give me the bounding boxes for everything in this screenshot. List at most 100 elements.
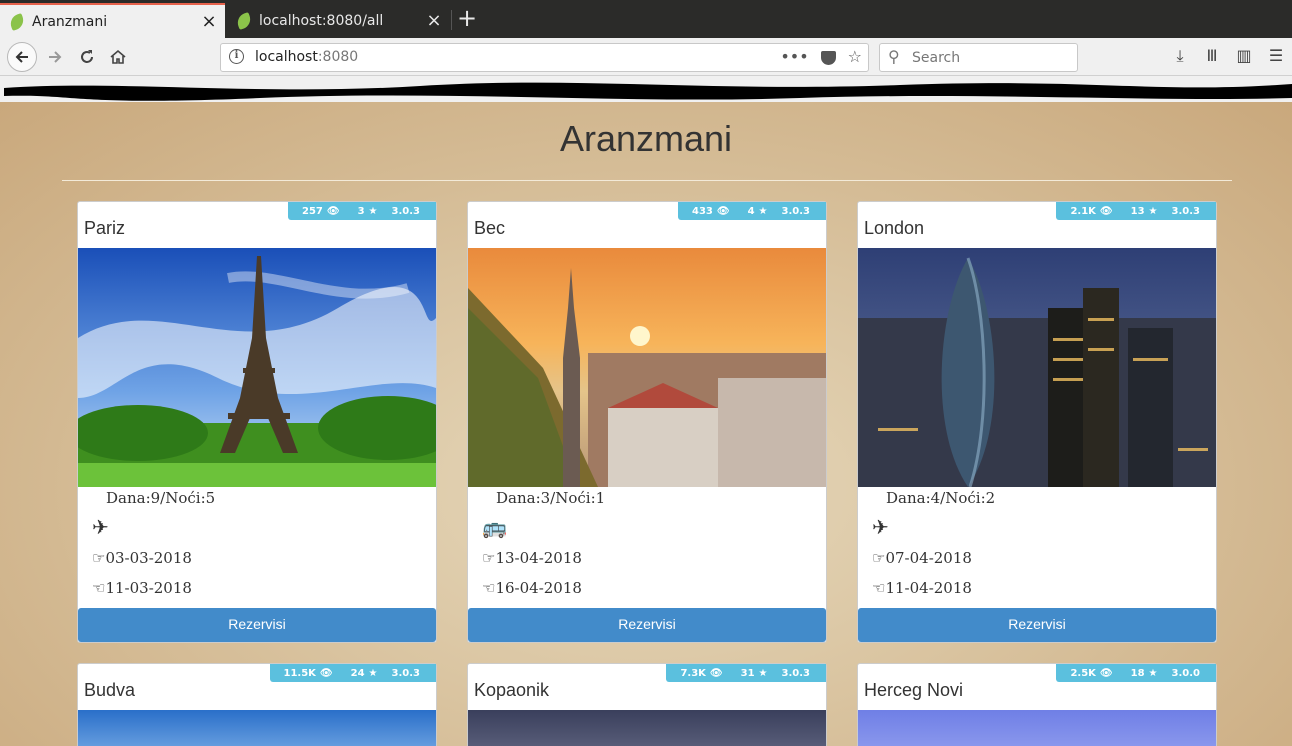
hand-left-icon: ☜: [92, 579, 106, 597]
toolbar-right: ⤓ Ⅲ ▥ ☰: [1164, 46, 1292, 66]
star-icon: ★: [758, 667, 768, 679]
url-text[interactable]: localhost:8080: [255, 49, 358, 65]
star-icon: ★: [368, 667, 378, 679]
card-title: Herceg Novi: [864, 680, 964, 700]
hand-right-icon: ☞: [92, 549, 106, 567]
close-tab-icon[interactable]: ×: [199, 11, 219, 32]
search-input[interactable]: ⚲ Search: [879, 43, 1078, 72]
duration-text: Dana:9/Noći:5: [106, 489, 216, 507]
rating-count: 4: [747, 205, 755, 217]
version-label: 3.0.3: [781, 205, 810, 217]
card-title: Bec: [474, 218, 506, 238]
tab-title: localhost:8080/all: [259, 12, 384, 29]
version-label: 3.0.0: [1171, 667, 1200, 679]
bookmark-star-icon[interactable]: ☆: [848, 47, 862, 66]
duration-row: Dana:9/Noći:5: [92, 489, 215, 507]
tab-strip: Aranzmani × localhost:8080/all × +: [0, 0, 1292, 38]
version-label: 3.0.3: [391, 205, 420, 217]
end-date: 16-04-2018: [495, 579, 582, 597]
rating-count: 24: [350, 667, 365, 679]
vienna-photo: [468, 248, 826, 487]
hand-right-icon: ☞: [872, 549, 886, 567]
card-title: London: [864, 218, 925, 238]
rating-count: 3: [357, 205, 365, 217]
url-host: localhost: [255, 49, 318, 65]
new-tab-button[interactable]: +: [455, 4, 479, 32]
reserve-button[interactable]: Rezervisi: [78, 608, 436, 642]
start-date: 03-03-2018: [105, 549, 192, 567]
downloads-icon[interactable]: ⤓: [1164, 46, 1196, 66]
views-count: 2.1K: [1070, 205, 1096, 217]
calendar-icon: [482, 492, 494, 504]
tab-localhost-all[interactable]: localhost:8080/all ×: [227, 3, 450, 38]
tab-divider: [451, 10, 452, 30]
card-title: Budva: [84, 680, 136, 700]
home-button[interactable]: [105, 44, 131, 70]
start-date-row: ☞03-03-2018: [92, 549, 192, 567]
views-count: 11.5K: [283, 667, 316, 679]
pocket-icon[interactable]: [820, 51, 836, 65]
rating-count: 18: [1130, 667, 1145, 679]
end-date-row: ☜11-04-2018: [872, 579, 972, 597]
arrow-right-icon: [49, 51, 62, 63]
duration-text: Dana:4/Noći:2: [886, 489, 996, 507]
stats-badge: 2.5K 👁 18 ★ 3.0.0: [1056, 664, 1216, 682]
views-count: 7.3K: [680, 667, 706, 679]
duration-row: Dana:4/Noći:2: [872, 489, 995, 507]
reload-button[interactable]: [74, 44, 100, 70]
star-icon: ★: [1148, 205, 1158, 217]
star-icon: ★: [1148, 667, 1158, 679]
eye-icon: 👁: [709, 667, 723, 679]
bus-icon: 🚌: [482, 515, 507, 539]
kopaonik-photo: [468, 710, 826, 746]
sidebar-icon[interactable]: ▥: [1228, 46, 1260, 66]
home-icon: [110, 49, 126, 64]
hand-right-icon: ☞: [482, 549, 496, 567]
stats-badge: 7.3K 👁 31 ★ 3.0.3: [666, 664, 826, 682]
eye-icon: 👁: [1099, 205, 1113, 217]
trip-card-herceg-novi: 2.5K 👁 18 ★ 3.0.0 Herceg Novi: [857, 663, 1217, 746]
version-label: 3.0.3: [781, 667, 810, 679]
title-divider: [62, 180, 1232, 181]
arrow-left-icon: [15, 51, 28, 63]
eye-icon: 👁: [326, 205, 340, 217]
stats-badge: 11.5K 👁 24 ★ 3.0.3: [269, 664, 436, 682]
reserve-button[interactable]: Rezervisi: [858, 608, 1216, 642]
forward-button[interactable]: [42, 44, 68, 70]
calendar-icon: [92, 492, 104, 504]
card-title: Kopaonik: [474, 680, 550, 700]
star-icon: ★: [758, 205, 768, 217]
close-tab-icon[interactable]: ×: [424, 10, 444, 31]
end-date-row: ☜16-04-2018: [482, 579, 582, 597]
site-info-icon[interactable]: i: [229, 49, 244, 64]
eye-icon: 👁: [1099, 667, 1113, 679]
end-date-row: ☜11-03-2018: [92, 579, 192, 597]
trip-card-london: 2.1K 👁 13 ★ 3.0.3 London Dana:4/Noći:2 ✈…: [857, 201, 1217, 643]
views-count: 433: [692, 205, 713, 217]
card-title: Pariz: [84, 218, 126, 238]
calendar-icon: [872, 492, 884, 504]
eye-icon: 👁: [319, 667, 333, 679]
page-actions-icon[interactable]: •••: [780, 47, 808, 66]
plane-icon: ✈: [92, 515, 109, 539]
library-icon[interactable]: Ⅲ: [1196, 46, 1228, 66]
reserve-button[interactable]: Rezervisi: [468, 608, 826, 642]
version-label: 3.0.3: [391, 667, 420, 679]
stats-badge: 433 👁 4 ★ 3.0.3: [678, 202, 826, 220]
url-port: :8080: [317, 49, 359, 65]
start-date-row: ☞07-04-2018: [872, 549, 972, 567]
spring-leaf-icon: [8, 12, 26, 31]
reload-icon: [81, 50, 93, 63]
start-date-row: ☞13-04-2018: [482, 549, 582, 567]
back-button[interactable]: [7, 42, 37, 72]
address-bar[interactable]: i localhost:8080 ••• ☆: [220, 43, 869, 72]
spring-leaf-icon: [235, 11, 253, 30]
tab-aranzmani[interactable]: Aranzmani ×: [0, 3, 225, 38]
hand-left-icon: ☜: [482, 579, 496, 597]
menu-icon[interactable]: ☰: [1260, 46, 1292, 66]
star-icon: ★: [368, 205, 378, 217]
stats-badge: 257 👁 3 ★ 3.0.3: [288, 202, 436, 220]
views-count: 257: [302, 205, 323, 217]
tab-title: Aranzmani: [32, 13, 108, 30]
duration-text: Dana:3/Noći:1: [496, 489, 606, 507]
